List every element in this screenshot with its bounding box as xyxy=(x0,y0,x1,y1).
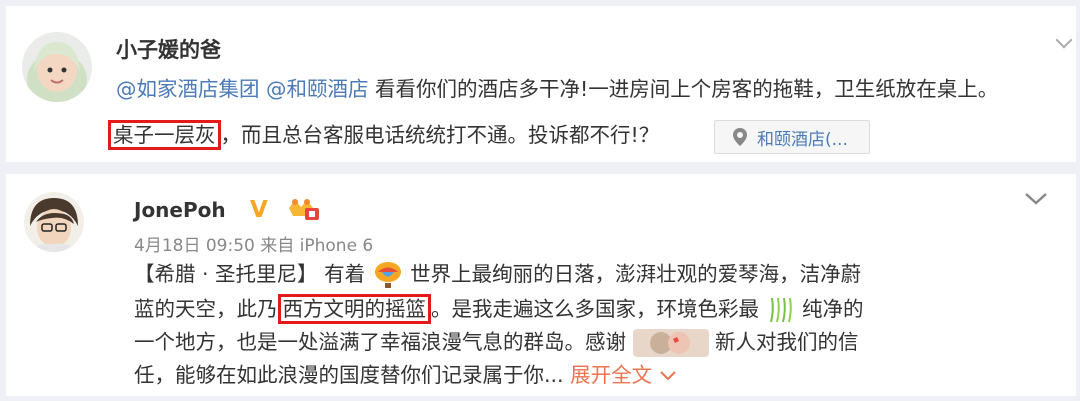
post-text: 任，能够在如此浪漫的国度替你们记录属于你... xyxy=(134,363,571,387)
member-badge-icon[interactable] xyxy=(285,196,321,222)
post-text: 蓝的天空，此乃 xyxy=(134,297,278,321)
avatar[interactable] xyxy=(24,192,84,252)
avatar[interactable] xyxy=(22,32,92,102)
location-chip[interactable]: 和颐酒店(... xyxy=(714,120,870,154)
username[interactable]: 小子媛的爸 xyxy=(116,34,221,64)
chevron-down-icon[interactable] xyxy=(1055,31,1073,49)
mention-link[interactable]: @和颐酒店 xyxy=(266,77,369,101)
willow-icon xyxy=(769,297,792,323)
location-label: 和颐酒店(... xyxy=(757,129,848,150)
post-text: 世界上最绚丽的日落，澎湃壮观的爱琴海，洁净蔚 xyxy=(403,262,862,286)
post-text-line-4: 任，能够在如此浪漫的国度替你们记录属于你... 展开全文 xyxy=(134,360,677,390)
post-text: 新人对我们的信 xyxy=(708,330,859,354)
couple-photo-icon xyxy=(632,329,709,357)
location-pin-icon xyxy=(733,128,747,146)
verified-v-icon[interactable]: V xyxy=(250,197,268,223)
post-text-line-1: 【希腊 · 圣托里尼】 有着 世界上最绚丽的日落，澎湃壮观的爱琴海，洁净蔚 xyxy=(134,259,861,289)
expand-full-text-link[interactable]: 展开全文 xyxy=(570,363,652,387)
chevron-down-icon[interactable] xyxy=(1024,192,1048,206)
post-text-line-2: 桌子一层灰 ，而且总台客服电话统统打不通。投诉都不行!？ xyxy=(108,120,659,150)
username[interactable]: JonePoh xyxy=(134,198,226,222)
mention-link[interactable]: @如家酒店集团 xyxy=(116,77,260,101)
post-text: 纯净的 xyxy=(795,297,864,321)
post-text-line-1: @如家酒店集团 @和颐酒店 看看你们的酒店多干净!一进房间上个房客的拖鞋，卫生纸… xyxy=(116,74,998,104)
post-text: 一个地方，也是一处溢满了幸福浪漫气息的群岛。感谢 xyxy=(134,330,633,354)
post-text: 【希腊 · 圣托里尼】 有着 xyxy=(134,262,372,286)
post-text-line-3: 一个地方，也是一处溢满了幸福浪漫气息的群岛。感谢 新人对我们的信 xyxy=(134,327,859,357)
hot-air-balloon-icon xyxy=(374,262,401,288)
chevron-down-icon[interactable] xyxy=(659,370,677,382)
post-text: 看看你们的酒店多干净!一进房间上个房客的拖鞋，卫生纸放在桌上。 xyxy=(368,77,999,101)
highlighted-phrase: 桌子一层灰 xyxy=(108,120,221,150)
post-text: ，而且总台客服电话统统打不通。投诉都不行!？ xyxy=(220,123,660,147)
post-text-line-2: 蓝的天空，此乃 西方文明的摇篮 。是我走遍这么多国家，环境色彩最 纯净的 xyxy=(134,294,864,324)
highlighted-phrase: 西方文明的摇篮 xyxy=(277,294,431,324)
post-meta: 4月18日 09:50 来自 iPhone 6 xyxy=(134,236,374,256)
post-text: 。是我走遍这么多国家，环境色彩最 xyxy=(431,297,766,321)
weibo-post-2: JonePoh V 4月18日 09:50 来自 iPhone 6 【希腊 · … xyxy=(6,174,1076,396)
weibo-post-1: 小子媛的爸 @如家酒店集团 @和颐酒店 看看你们的酒店多干净!一进房间上个房客的… xyxy=(6,6,1076,162)
